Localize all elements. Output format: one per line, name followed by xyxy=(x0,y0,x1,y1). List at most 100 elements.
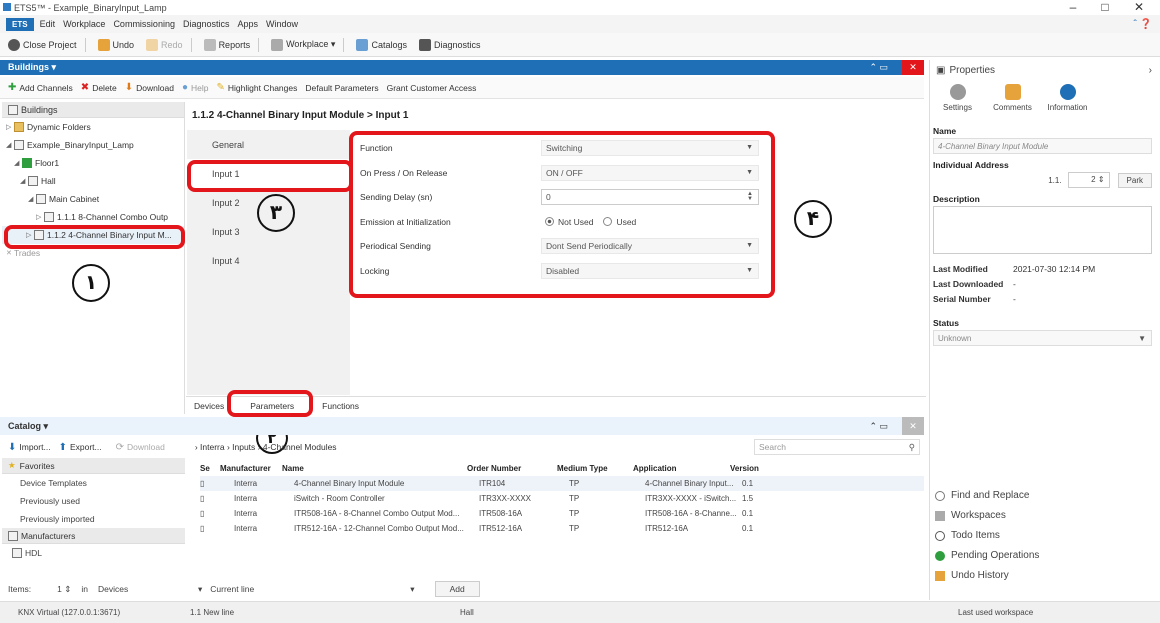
menu-workplace[interactable]: Workplace xyxy=(63,19,105,29)
main-toolbar: Close Project Undo Redo Reports Workplac… xyxy=(0,33,1160,57)
tree-item-dynamic-folders[interactable]: ▷ Dynamic Folders xyxy=(2,118,184,136)
line-status[interactable]: 1.1 New line xyxy=(190,608,460,617)
find-replace-link[interactable]: Find and Replace xyxy=(935,490,1160,501)
table-row[interactable]: ▯ Interra iSwitch - Room Controller ITR3XX-… xyxy=(200,491,924,506)
search-icon: ⚲ xyxy=(908,442,915,452)
menu-apps[interactable]: Apps xyxy=(238,19,259,29)
app-icon xyxy=(3,3,11,11)
tree-item-device-111[interactable]: ▷ 1.1.1 8-Channel Combo Outp xyxy=(2,208,184,226)
ets-menu-button[interactable]: ETS xyxy=(6,17,34,31)
favorite-device-templates[interactable]: Device Templates xyxy=(2,474,185,492)
col-medium-type[interactable]: Medium Type xyxy=(557,464,633,473)
undo-button[interactable]: Undo xyxy=(97,38,134,51)
workspaces-icon xyxy=(935,510,945,521)
tree-item-project[interactable]: ◢ Example_BinaryInput_Lamp xyxy=(2,136,184,154)
name-field[interactable]: 4-Channel Binary Input Module xyxy=(933,138,1152,154)
table-row[interactable]: ▯ Interra 4-Channel Binary Input Module ITR… xyxy=(200,476,924,491)
device-icon: ▯ xyxy=(200,524,205,533)
catalog-title[interactable]: Catalog ▾ xyxy=(8,421,48,432)
tab-functions[interactable]: Functions xyxy=(314,401,369,414)
manufacturers-header[interactable]: Manufacturers xyxy=(2,528,185,544)
menu-commissioning[interactable]: Commissioning xyxy=(113,19,175,29)
status-select[interactable]: Unknown ▼ xyxy=(933,330,1152,346)
maximize-button[interactable]: □ xyxy=(1090,0,1120,14)
tab-input-4[interactable]: Input 4 xyxy=(187,246,350,275)
tree-header[interactable]: Buildings xyxy=(2,102,184,118)
workplace-button[interactable]: Workplace ▾ xyxy=(271,38,335,51)
redo-button[interactable]: Redo xyxy=(146,38,183,51)
menu-diagnostics[interactable]: Diagnostics xyxy=(183,19,230,29)
favorites-header[interactable]: ★ Favorites xyxy=(2,458,185,474)
todo-items-link[interactable]: Todo Items xyxy=(935,530,1160,541)
col-order-number[interactable]: Order Number xyxy=(467,464,557,473)
import-button[interactable]: ⬇ Import... xyxy=(8,442,51,453)
favorite-previously-imported[interactable]: Previously imported xyxy=(2,510,185,528)
panel-close-icon[interactable]: ✕ xyxy=(902,60,924,75)
default-parameters-button[interactable]: Default Parameters xyxy=(305,83,378,93)
tree-item-main-cabinet[interactable]: ◢ Main Cabinet xyxy=(2,190,184,208)
trades-icon: ✕ xyxy=(6,250,12,257)
catalog-download-button[interactable]: ⟳ Download xyxy=(116,442,165,453)
properties-header: ▣ Properties › xyxy=(936,64,1152,76)
download-button[interactable]: ⬇ Download xyxy=(125,82,174,93)
col-version[interactable]: Version xyxy=(730,464,790,473)
help-icon[interactable]: ˆ ❓ xyxy=(1133,19,1152,30)
reports-button[interactable]: Reports xyxy=(203,38,250,51)
catalog-collapse-icon[interactable]: ⌃ ▭ xyxy=(869,421,888,432)
col-se[interactable]: Se xyxy=(200,464,220,473)
highlight-box-input1 xyxy=(187,160,353,192)
col-name[interactable]: Name xyxy=(282,464,467,473)
add-channels-button[interactable]: ✚ Add Channels xyxy=(8,82,73,93)
buildings-toolbar: ✚ Add Channels ✖ Delete ⬇ Download ● Help ✎ H… xyxy=(0,77,924,99)
tree-item-floor1[interactable]: ◢ Floor1 xyxy=(2,154,184,172)
highlight-changes-button[interactable]: ✎ Highlight Changes xyxy=(217,82,298,93)
pending-operations-link[interactable]: Pending Operations xyxy=(935,550,1160,561)
col-application[interactable]: Application xyxy=(633,464,730,473)
items-count-stepper[interactable]: 1 ⇕ xyxy=(57,584,71,595)
connection-status[interactable]: KNX Virtual (127.0.0.1:3671) xyxy=(18,608,190,617)
undo-icon xyxy=(935,570,945,581)
tree-item-hall[interactable]: ◢ Hall xyxy=(2,172,184,190)
diagnostics-button[interactable]: Diagnostics xyxy=(418,38,481,51)
help-button[interactable]: ● Help xyxy=(182,82,209,93)
add-button[interactable]: Add xyxy=(434,581,480,597)
panel-arrow-icon[interactable]: › xyxy=(1149,65,1152,76)
park-button[interactable]: Park xyxy=(1117,172,1152,188)
tab-comments[interactable]: Comments xyxy=(985,84,1040,122)
table-row[interactable]: ▯ Interra ITR508-16A - 8-Channel Combo Out… xyxy=(200,506,924,521)
grant-access-button[interactable]: Grant Customer Access xyxy=(387,83,477,93)
menu-edit[interactable]: Edit xyxy=(40,19,56,29)
export-button[interactable]: ⬆ Export... xyxy=(59,442,102,453)
menu-bar: ETS Edit Workplace Commissioning Diagnos… xyxy=(0,15,1160,33)
description-input[interactable] xyxy=(933,206,1152,254)
delete-button[interactable]: ✖ Delete xyxy=(81,82,117,93)
highlight-box-params xyxy=(349,131,775,298)
highlight-icon: ✎ xyxy=(216,82,225,93)
current-line-select[interactable]: Current line xyxy=(210,584,410,594)
tab-information[interactable]: Information xyxy=(1040,84,1095,122)
address-stepper[interactable]: 2 ⇕ xyxy=(1067,172,1110,188)
workspace-status[interactable]: Last used workspace xyxy=(958,608,1033,617)
buildings-panel-title[interactable]: Buildings ▾ xyxy=(8,62,56,73)
menu-window[interactable]: Window xyxy=(266,19,298,29)
panel-collapse-icon[interactable]: ⌃ ▭ xyxy=(869,62,888,73)
workspaces-link[interactable]: Workspaces xyxy=(935,510,1160,521)
undo-history-link[interactable]: Undo History xyxy=(935,570,1160,581)
delete-icon: ✖ xyxy=(80,82,90,93)
minimize-button[interactable]: – xyxy=(1058,0,1088,14)
col-manufacturer[interactable]: Manufacturer xyxy=(220,464,282,473)
cabinet-icon xyxy=(36,194,46,204)
highlight-box-parameters-tab xyxy=(227,390,313,417)
devices-select[interactable]: Devices xyxy=(98,584,198,594)
buildings-icon xyxy=(8,104,18,115)
catalog-close-icon[interactable]: ✕ xyxy=(902,417,924,435)
close-project-button[interactable]: Close Project xyxy=(8,38,77,51)
manufacturer-hdl[interactable]: HDL xyxy=(2,544,185,562)
tab-general[interactable]: General xyxy=(187,130,350,159)
catalog-search-input[interactable]: Search ⚲ xyxy=(754,439,920,455)
table-row[interactable]: ▯ Interra ITR512-16A - 12-Channel Combo Ou… xyxy=(200,521,924,536)
tab-settings[interactable]: Settings xyxy=(930,84,985,122)
close-window-button[interactable]: ✕ xyxy=(1124,0,1154,14)
catalogs-button[interactable]: Catalogs xyxy=(356,38,407,51)
favorite-previously-used[interactable]: Previously used xyxy=(2,492,185,510)
